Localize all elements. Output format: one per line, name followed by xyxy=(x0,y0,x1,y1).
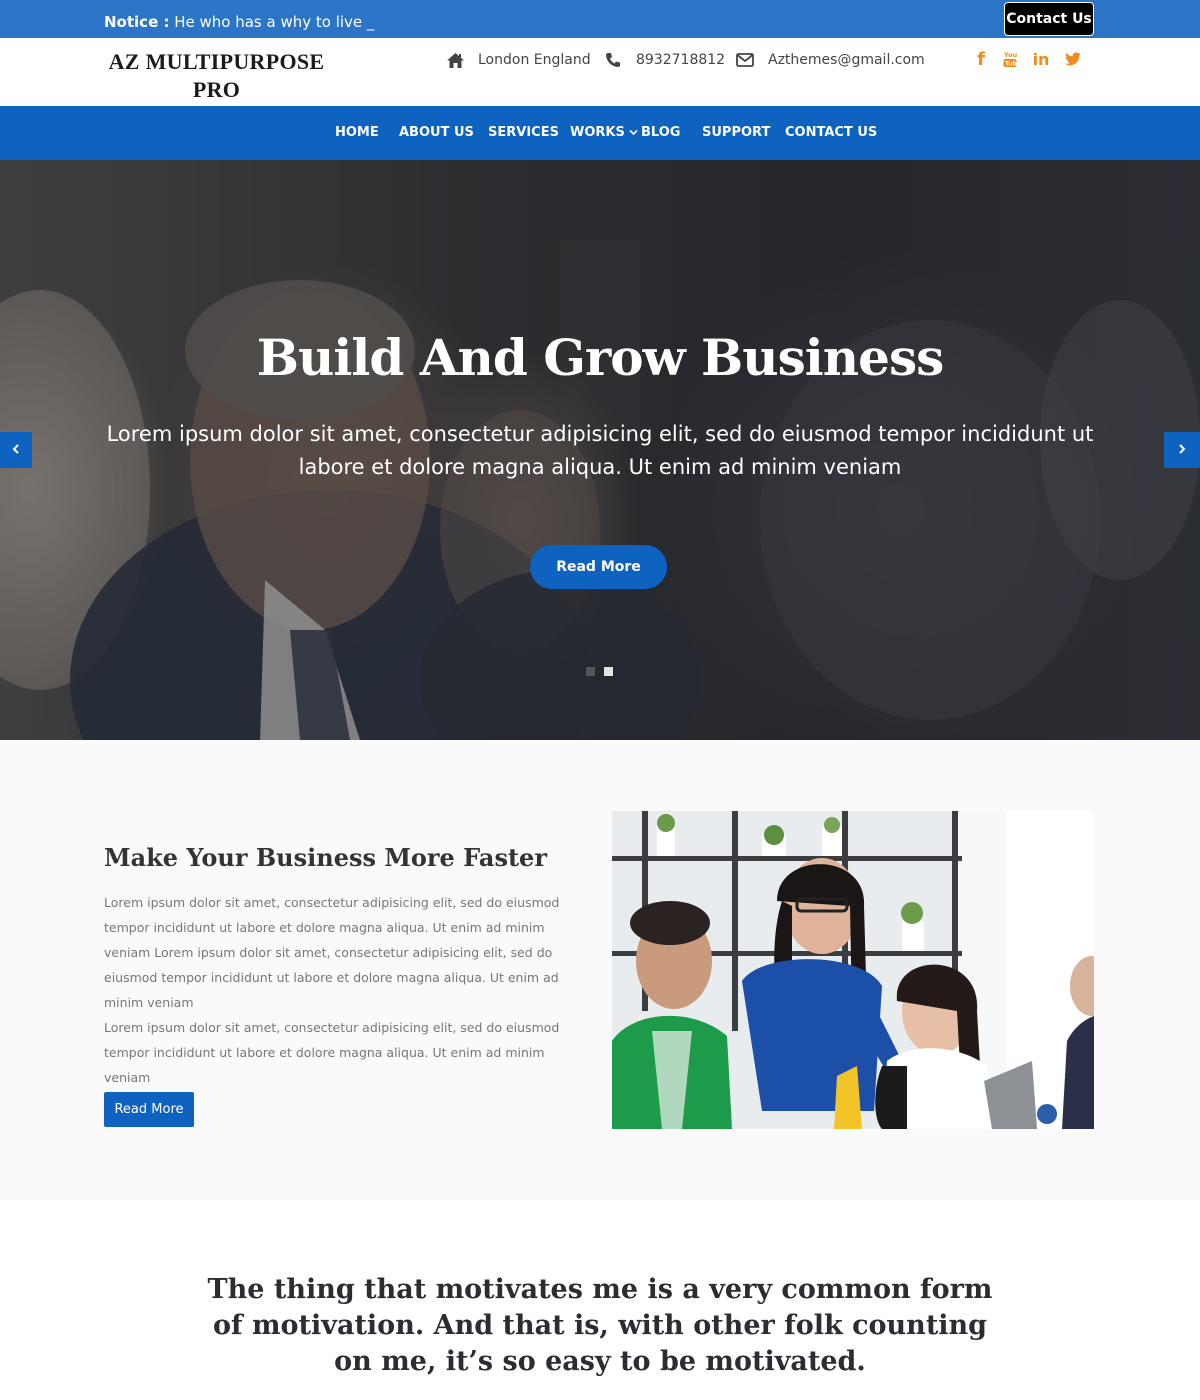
nav-about-us[interactable]: ABOUT US xyxy=(399,126,474,140)
slider-dot-1[interactable] xyxy=(586,667,595,676)
header-phone: 8932718812 xyxy=(604,50,725,70)
hero-slider: Build And Grow Business Lorem ipsum dolo… xyxy=(0,160,1200,740)
hero-subtitle: Lorem ipsum dolor sit amet, consectetur … xyxy=(106,422,1094,479)
nav-works[interactable]: WORKS xyxy=(570,126,638,140)
phone-icon xyxy=(604,51,622,69)
notice-message: He who has a why to live _ xyxy=(169,13,375,31)
motivation-quote: The thing that motivates me is a very co… xyxy=(207,1274,993,1377)
chevron-down-icon xyxy=(629,126,638,140)
contact-us-button[interactable]: Contact Us xyxy=(1004,2,1094,36)
notice-bar: Notice : He who has a why to live _ Cont… xyxy=(0,0,1200,38)
nav-contact-us[interactable]: CONTACT US xyxy=(785,126,877,140)
about-read-more-button[interactable]: Read More xyxy=(104,1092,194,1127)
team-photo xyxy=(612,811,1094,1129)
nav-blog[interactable]: BLOG xyxy=(641,126,680,140)
about-section: Make Your Business More Faster Lorem ips… xyxy=(0,740,1200,1200)
logo-line-2: PRO xyxy=(192,77,241,102)
nav-support[interactable]: SUPPORT xyxy=(702,126,770,140)
envelope-icon xyxy=(736,51,754,69)
linkedin-icon[interactable]: in xyxy=(1030,49,1052,69)
chevron-left-icon xyxy=(12,441,20,458)
slider-prev-button[interactable] xyxy=(0,432,32,468)
hero-read-more-button[interactable]: Read More xyxy=(530,545,667,589)
twitter-icon[interactable] xyxy=(1062,49,1084,69)
youtube-icon[interactable]: You Tube xyxy=(999,49,1021,69)
hero-title: Build And Grow Business xyxy=(256,328,945,387)
address-text: London England xyxy=(478,52,591,68)
header-email: Azthemes@gmail.com xyxy=(736,50,925,70)
notice-label: Notice : xyxy=(104,13,170,31)
home-icon xyxy=(446,51,464,69)
about-title: Make Your Business More Faster xyxy=(104,843,547,872)
nav-home[interactable]: HOME xyxy=(335,126,379,140)
slider-next-button[interactable] xyxy=(1164,432,1200,468)
phone-text[interactable]: 8932718812 xyxy=(636,52,725,68)
email-text[interactable]: Azthemes@gmail.com xyxy=(768,52,925,68)
svg-text:Tube: Tube xyxy=(1005,61,1017,68)
facebook-icon[interactable]: f xyxy=(970,49,992,70)
about-paragraph-1: Lorem ipsum dolor sit amet, consectetur … xyxy=(104,895,560,1010)
site-logo[interactable]: AZ MULTIPURPOSE PRO xyxy=(104,48,329,104)
nav-services[interactable]: SERVICES xyxy=(488,126,559,140)
svg-text:You: You xyxy=(1003,51,1017,59)
about-paragraph-2: Lorem ipsum dolor sit amet, consectetur … xyxy=(104,1020,560,1085)
header-address: London England xyxy=(446,50,591,70)
chevron-right-icon xyxy=(1178,441,1186,458)
slider-dot-2-active[interactable] xyxy=(604,667,613,676)
notice-text: Notice : He who has a why to live _ xyxy=(104,13,374,31)
site-header: AZ MULTIPURPOSE PRO London England 89327… xyxy=(0,38,1200,106)
nav-works-label: WORKS xyxy=(570,125,625,140)
logo-line-1: AZ MULTIPURPOSE xyxy=(108,49,325,74)
main-navbar: HOME ABOUT US SERVICES WORKS BLOG SUPPOR… xyxy=(0,106,1200,160)
